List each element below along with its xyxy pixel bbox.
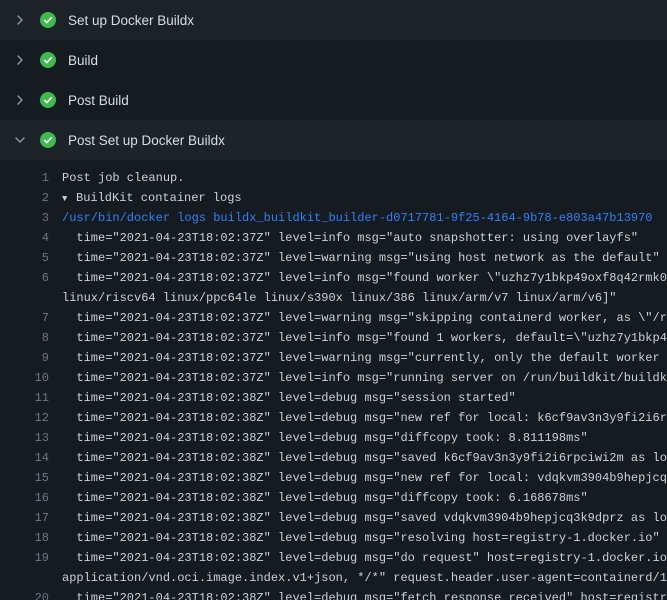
chevron-down-icon[interactable] (12, 132, 28, 148)
workflow-log-viewer: Set up Docker Buildx Build Post Build Post … (0, 0, 667, 600)
log-text: time="2021-04-23T18:02:37Z" level=info m… (49, 268, 667, 288)
step-section-list: Set up Docker Buildx Build Post Build Post … (0, 0, 667, 160)
log-text: time="2021-04-23T18:02:38Z" level=debug … (49, 408, 667, 428)
log-row: 15 time="2021-04-23T18:02:38Z" level=deb… (0, 468, 667, 488)
log-text: Post job cleanup. (49, 168, 667, 188)
log-row: 8 time="2021-04-23T18:02:37Z" level=info… (0, 328, 667, 348)
section-title: Post Build (68, 93, 129, 108)
log-text: time="2021-04-23T18:02:37Z" level=info m… (49, 328, 667, 348)
log-text: ▼BuildKit container logs (49, 188, 667, 208)
log-text: time="2021-04-23T18:02:38Z" level=debug … (49, 468, 667, 488)
group-toggle-icon[interactable]: ▼ (62, 189, 76, 208)
log-text: time="2021-04-23T18:02:38Z" level=debug … (49, 448, 667, 468)
line-number[interactable]: 6 (0, 268, 49, 288)
line-number[interactable]: 17 (0, 508, 49, 528)
chevron-right-icon[interactable] (12, 12, 28, 28)
log-text: time="2021-04-23T18:02:37Z" level=info m… (49, 368, 667, 388)
section-title: Build (68, 53, 98, 68)
line-number[interactable]: 16 (0, 488, 49, 508)
log-row: 10 time="2021-04-23T18:02:37Z" level=inf… (0, 368, 667, 388)
log-text: time="2021-04-23T18:02:37Z" level=info m… (49, 228, 667, 248)
check-circle-icon (40, 132, 56, 148)
log-row: 7 time="2021-04-23T18:02:37Z" level=warn… (0, 308, 667, 328)
section-header-post-set-up-docker-buildx[interactable]: Post Set up Docker Buildx (0, 120, 667, 160)
line-number (0, 288, 49, 308)
log-row: 16 time="2021-04-23T18:02:38Z" level=deb… (0, 488, 667, 508)
log-text: time="2021-04-23T18:02:37Z" level=warnin… (49, 248, 667, 268)
line-number[interactable]: 5 (0, 248, 49, 268)
line-number[interactable]: 2 (0, 188, 49, 208)
line-number[interactable]: 12 (0, 408, 49, 428)
log-text: linux/riscv64 linux/ppc64le linux/s390x … (49, 288, 667, 308)
log-row: linux/riscv64 linux/ppc64le linux/s390x … (0, 288, 667, 308)
log-row: 13 time="2021-04-23T18:02:38Z" level=deb… (0, 428, 667, 448)
line-number[interactable]: 20 (0, 588, 49, 600)
log-row: 11 time="2021-04-23T18:02:38Z" level=deb… (0, 388, 667, 408)
log-row: 6 time="2021-04-23T18:02:37Z" level=info… (0, 268, 667, 288)
check-circle-icon (40, 12, 56, 28)
section-title: Post Set up Docker Buildx (68, 133, 225, 148)
log-row: 17 time="2021-04-23T18:02:38Z" level=deb… (0, 508, 667, 528)
line-number[interactable]: 14 (0, 448, 49, 468)
section-header-post-build[interactable]: Post Build (0, 80, 667, 120)
log-text: time="2021-04-23T18:02:38Z" level=debug … (49, 528, 667, 548)
log-row: 1Post job cleanup. (0, 168, 667, 188)
line-number[interactable]: 8 (0, 328, 49, 348)
line-number[interactable]: 19 (0, 548, 49, 568)
section-header-build[interactable]: Build (0, 40, 667, 80)
log-row: 12 time="2021-04-23T18:02:38Z" level=deb… (0, 408, 667, 428)
log-output: 1Post job cleanup.2▼BuildKit container l… (0, 160, 667, 600)
log-row: application/vnd.oci.image.index.v1+json,… (0, 568, 667, 588)
log-command-text: /usr/bin/docker logs buildx_buildkit_bui… (49, 208, 667, 228)
log-row: 20 time="2021-04-23T18:02:38Z" level=deb… (0, 588, 667, 600)
line-number[interactable]: 11 (0, 388, 49, 408)
group-title: BuildKit container logs (76, 191, 242, 205)
line-number[interactable]: 7 (0, 308, 49, 328)
section-title: Set up Docker Buildx (68, 13, 194, 28)
line-number[interactable]: 15 (0, 468, 49, 488)
line-number[interactable]: 13 (0, 428, 49, 448)
line-number (0, 568, 49, 588)
log-row: 18 time="2021-04-23T18:02:38Z" level=deb… (0, 528, 667, 548)
log-row: 5 time="2021-04-23T18:02:37Z" level=warn… (0, 248, 667, 268)
log-text: time="2021-04-23T18:02:38Z" level=debug … (49, 428, 667, 448)
chevron-right-icon[interactable] (12, 92, 28, 108)
line-number[interactable]: 9 (0, 348, 49, 368)
log-text: time="2021-04-23T18:02:38Z" level=debug … (49, 588, 667, 600)
log-text: time="2021-04-23T18:02:38Z" level=debug … (49, 508, 667, 528)
log-row: 19 time="2021-04-23T18:02:38Z" level=deb… (0, 548, 667, 568)
chevron-right-icon[interactable] (12, 52, 28, 68)
check-circle-icon (40, 52, 56, 68)
log-command-row: 3/usr/bin/docker logs buildx_buildkit_bu… (0, 208, 667, 228)
line-number[interactable]: 3 (0, 208, 49, 228)
line-number[interactable]: 4 (0, 228, 49, 248)
section-header-set-up-docker-buildx[interactable]: Set up Docker Buildx (0, 0, 667, 40)
log-text: time="2021-04-23T18:02:38Z" level=debug … (49, 388, 667, 408)
line-number[interactable]: 18 (0, 528, 49, 548)
line-number[interactable]: 10 (0, 368, 49, 388)
log-row: 4 time="2021-04-23T18:02:37Z" level=info… (0, 228, 667, 248)
log-text: time="2021-04-23T18:02:38Z" level=debug … (49, 548, 667, 568)
line-number[interactable]: 1 (0, 168, 49, 188)
log-text: time="2021-04-23T18:02:38Z" level=debug … (49, 488, 667, 508)
log-text: application/vnd.oci.image.index.v1+json,… (49, 568, 667, 588)
check-circle-icon (40, 92, 56, 108)
log-row: 9 time="2021-04-23T18:02:37Z" level=warn… (0, 348, 667, 368)
log-text: time="2021-04-23T18:02:37Z" level=warnin… (49, 308, 667, 328)
log-group-row[interactable]: 2▼BuildKit container logs (0, 188, 667, 208)
log-row: 14 time="2021-04-23T18:02:38Z" level=deb… (0, 448, 667, 468)
log-text: time="2021-04-23T18:02:37Z" level=warnin… (49, 348, 667, 368)
